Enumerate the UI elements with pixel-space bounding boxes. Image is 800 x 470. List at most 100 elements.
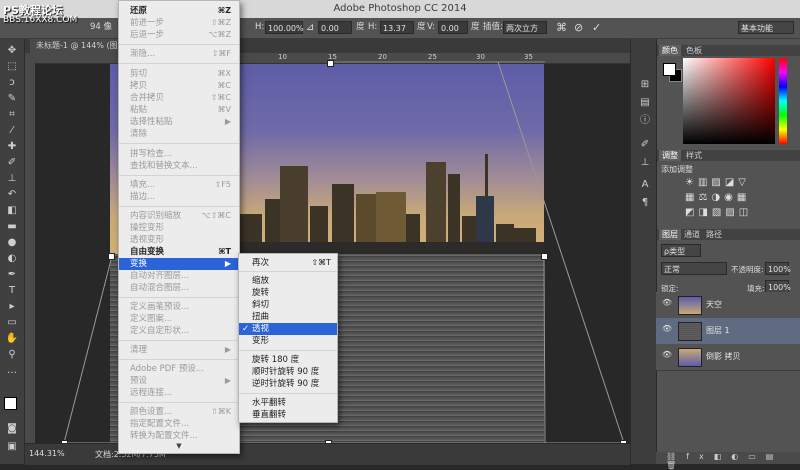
panel-icon-strip: ⊞ ▤ ⓘ ✐ ⊥ A ¶ xyxy=(630,39,657,464)
zoom-level[interactable]: 144.31% xyxy=(29,449,65,458)
menu-item-paste[interactable]: 粘贴 ⌘V xyxy=(119,104,239,116)
adjustment-icons-row-1[interactable]: ☀▥▨◪▽ xyxy=(685,177,750,188)
hue-slider[interactable] xyxy=(779,58,787,144)
adjustment-icons-row-2[interactable]: ▦⚖◑◉▦ xyxy=(685,192,750,203)
menu-item-define-custom-shape[interactable]: 定义自定形状... xyxy=(119,325,239,337)
paragraph-panel-icon[interactable]: ¶ xyxy=(638,197,652,209)
add-adjustment-title: 添加调整 xyxy=(661,165,693,174)
info-panel-icon[interactable]: ⓘ xyxy=(638,115,652,127)
color-picker-field[interactable] xyxy=(683,58,775,144)
transform-edge xyxy=(63,255,113,444)
menu-item-transform[interactable]: 变换 ▶ xyxy=(119,258,239,270)
menu-item-step-backward[interactable]: 后退一步 ⌥⌘Z xyxy=(119,29,239,41)
menu-item-content-aware-scale[interactable]: 内容识别缩放 ⌥⇧⌘C xyxy=(119,210,239,222)
opacity-label: 不透明度: xyxy=(731,265,764,274)
tab-adjustments[interactable]: 调整 xyxy=(659,150,681,161)
menu-item-convert-profile[interactable]: 转换为配置文件... xyxy=(119,430,239,442)
submenu-item-distort[interactable]: 扭曲 xyxy=(239,311,337,323)
menu-separator xyxy=(119,206,239,207)
transform-handle[interactable] xyxy=(108,253,115,260)
menu-item-copy-merged[interactable]: 合并拷贝 ⇧⌘C xyxy=(119,92,239,104)
submenu-item-rotate-90-cw[interactable]: 顺时针旋转 90 度 xyxy=(239,366,337,378)
visibility-eye-icon[interactable]: 👁 xyxy=(661,298,673,307)
clone-source-panel-icon[interactable]: ⊥ xyxy=(638,157,652,169)
menu-item-define-pattern[interactable]: 定义图案... xyxy=(119,313,239,325)
layer-row[interactable]: 👁 倒影 拷贝 xyxy=(656,344,800,371)
transform-edge xyxy=(543,255,546,444)
submenu-item-again[interactable]: 再次 ⇧⌘T xyxy=(239,257,337,269)
tab-swatches[interactable]: 色板 xyxy=(683,45,705,56)
transform-handle[interactable] xyxy=(327,60,334,67)
menu-item-fill[interactable]: 填充... ⇧F5 xyxy=(119,179,239,191)
layer-row[interactable]: 👁 天空 xyxy=(656,292,800,319)
status-bar: 144.31% 文档:2.52M/7.75M xyxy=(25,443,630,465)
opacity-field[interactable]: 100% xyxy=(765,262,791,275)
edit-menu: 还原 ⌘Z 前进一步 ⇧⌘Z 后退一步 ⌥⌘Z 渐隐... ⇧⌘F 剪切 ⌘X 拷贝 ⌘C … xyxy=(118,0,240,454)
tab-layers[interactable]: 图层 xyxy=(659,229,681,240)
layer-name: 天空 xyxy=(706,300,722,309)
menu-item-presets[interactable]: 预设 ▶ xyxy=(119,375,239,387)
menu-separator xyxy=(119,340,239,341)
menu-item-purge[interactable]: 清理 ▶ xyxy=(119,344,239,356)
color-panel-foreground-swatch[interactable] xyxy=(663,63,676,76)
submenu-item-flip-horizontal[interactable]: 水平翻转 xyxy=(239,397,337,409)
menu-item-clear[interactable]: 清除 xyxy=(119,128,239,140)
visibility-eye-icon[interactable]: 👁 xyxy=(661,324,673,333)
transform-handle[interactable] xyxy=(541,253,548,260)
checkmark-icon: ✓ xyxy=(242,324,250,334)
layer-actions-bar[interactable]: ⛓fx◧◐▭▤🗑 xyxy=(656,452,800,470)
menu-item-remote-connections[interactable]: 远程连接... xyxy=(119,387,239,399)
adjustment-icons-row-3[interactable]: ◩◨▧▨◫ xyxy=(685,207,752,218)
character-panel-icon[interactable]: A xyxy=(638,179,652,191)
layer-row[interactable]: 👁 图层 1 xyxy=(656,318,800,345)
menu-item-paste-special[interactable]: 选择性粘贴 ▶ xyxy=(119,116,239,128)
menu-item-color-settings[interactable]: 颜色设置... ⇧⌘K xyxy=(119,406,239,418)
submenu-item-perspective[interactable]: ✓ 透视 xyxy=(239,323,337,335)
menu-separator xyxy=(239,271,337,272)
submenu-item-rotate-90-ccw[interactable]: 逆时针旋转 90 度 xyxy=(239,378,337,390)
layer-name: 倒影 拷贝 xyxy=(706,352,741,361)
menu-separator xyxy=(119,359,239,360)
history-panel-icon[interactable]: ⊞ xyxy=(638,79,652,91)
properties-panel-icon[interactable]: ▤ xyxy=(638,97,652,109)
menu-separator xyxy=(119,63,239,64)
menu-separator xyxy=(239,350,337,351)
menu-item-auto-blend-layers[interactable]: 自动混合图层... xyxy=(119,282,239,294)
transform-submenu: 再次 ⇧⌘T 缩放 旋转 斜切 扭曲 ✓ 透视 变形 旋转 180 度 顺时针旋转 … xyxy=(238,253,338,423)
menu-item-step-forward[interactable]: 前进一步 ⇧⌘Z xyxy=(119,17,239,29)
submenu-item-warp[interactable]: 变形 xyxy=(239,335,337,347)
menu-item-undo[interactable]: 还原 ⌘Z xyxy=(119,5,239,17)
menu-item-assign-profile[interactable]: 指定配置文件... xyxy=(119,418,239,430)
submenu-item-skew[interactable]: 斜切 xyxy=(239,299,337,311)
watermark-url: BBS.16XX8.COM xyxy=(3,15,78,25)
menu-separator xyxy=(119,175,239,176)
tab-color[interactable]: 颜色 xyxy=(659,45,681,56)
menu-item-free-transform[interactable]: 自由变换 ⌘T xyxy=(119,246,239,258)
menu-separator xyxy=(119,402,239,403)
menu-item-check-spelling[interactable]: 拼写检查... xyxy=(119,148,239,160)
layer-kind-filter[interactable]: ρ类型 xyxy=(661,244,701,257)
submenu-item-scale[interactable]: 缩放 xyxy=(239,275,337,287)
menu-item-cut[interactable]: 剪切 ⌘X xyxy=(119,68,239,80)
menu-item-fade[interactable]: 渐隐... ⇧⌘F xyxy=(119,48,239,60)
submenu-item-rotate[interactable]: 旋转 xyxy=(239,287,337,299)
layer-thumbnail xyxy=(678,322,702,341)
tab-paths[interactable]: 路径 xyxy=(703,229,725,240)
tab-channels[interactable]: 通道 xyxy=(681,229,703,240)
submenu-item-rotate-180[interactable]: 旋转 180 度 xyxy=(239,354,337,366)
menu-item-puppet-warp[interactable]: 操控变形 xyxy=(119,222,239,234)
menu-item-copy[interactable]: 拷贝 ⌘C xyxy=(119,80,239,92)
menu-item-define-brush[interactable]: 定义画笔预设... xyxy=(119,301,239,313)
menu-scroll-down-icon[interactable]: ▼ xyxy=(119,442,239,450)
visibility-eye-icon[interactable]: 👁 xyxy=(661,350,673,359)
submenu-item-flip-vertical[interactable]: 垂直翻转 xyxy=(239,409,337,421)
menu-item-stroke[interactable]: 描边... xyxy=(119,191,239,203)
brush-panel-icon[interactable]: ✐ xyxy=(638,139,652,151)
menu-item-perspective-warp[interactable]: 透视变形 xyxy=(119,234,239,246)
menu-item-auto-align-layers[interactable]: 自动对齐图层... xyxy=(119,270,239,282)
layer-name: 图层 1 xyxy=(706,326,730,335)
menu-item-find-replace[interactable]: 查找和替换文本... xyxy=(119,160,239,172)
tab-styles[interactable]: 样式 xyxy=(683,150,705,161)
blend-mode-select[interactable]: 正常 xyxy=(661,262,727,275)
menu-item-pdf-presets[interactable]: Adobe PDF 预设... xyxy=(119,363,239,375)
